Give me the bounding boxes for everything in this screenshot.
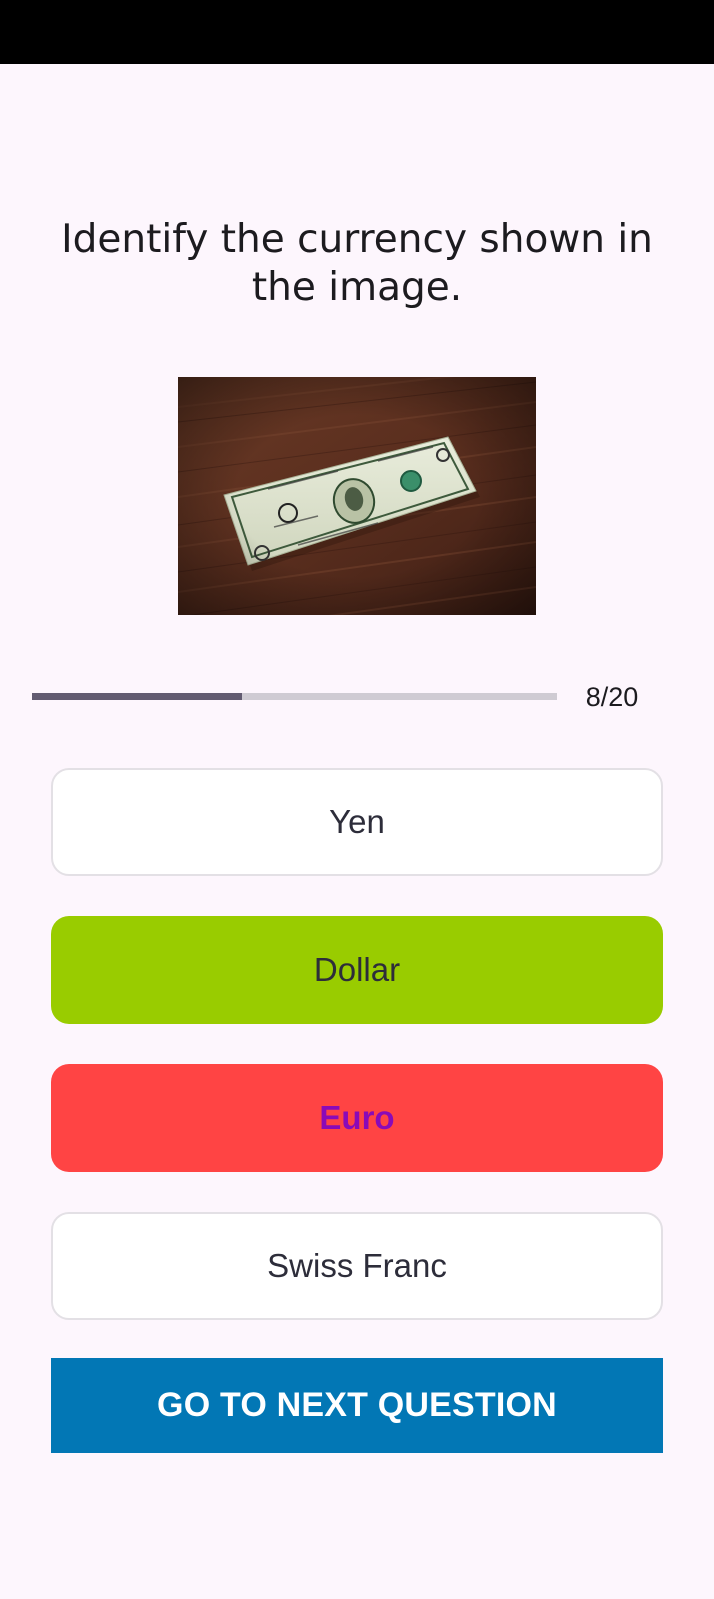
answer-option-dollar[interactable]: Dollar xyxy=(51,916,663,1024)
answer-option-label: Euro xyxy=(319,1099,395,1136)
answer-option-label: Dollar xyxy=(313,951,401,988)
progress-counter: 8/20 xyxy=(585,682,639,712)
next-question-button[interactable]: GO TO NEXT QUESTION xyxy=(51,1358,663,1453)
quiz-progress-fill xyxy=(32,693,242,700)
answer-option-yen[interactable]: Yen xyxy=(51,768,663,876)
answer-option-label: Swiss Franc xyxy=(267,1247,447,1284)
answer-option-swiss-franc[interactable]: Swiss Franc xyxy=(51,1212,663,1320)
status-bar xyxy=(0,0,714,64)
answer-option-label: Yen xyxy=(329,803,385,840)
question-text: Identify the currency shown in the image… xyxy=(61,217,653,310)
currency-image xyxy=(178,377,536,615)
quiz-progress-bar xyxy=(32,693,557,700)
next-question-label: GO TO NEXT QUESTION xyxy=(157,1386,557,1424)
answer-option-euro[interactable]: Euro xyxy=(51,1064,663,1172)
